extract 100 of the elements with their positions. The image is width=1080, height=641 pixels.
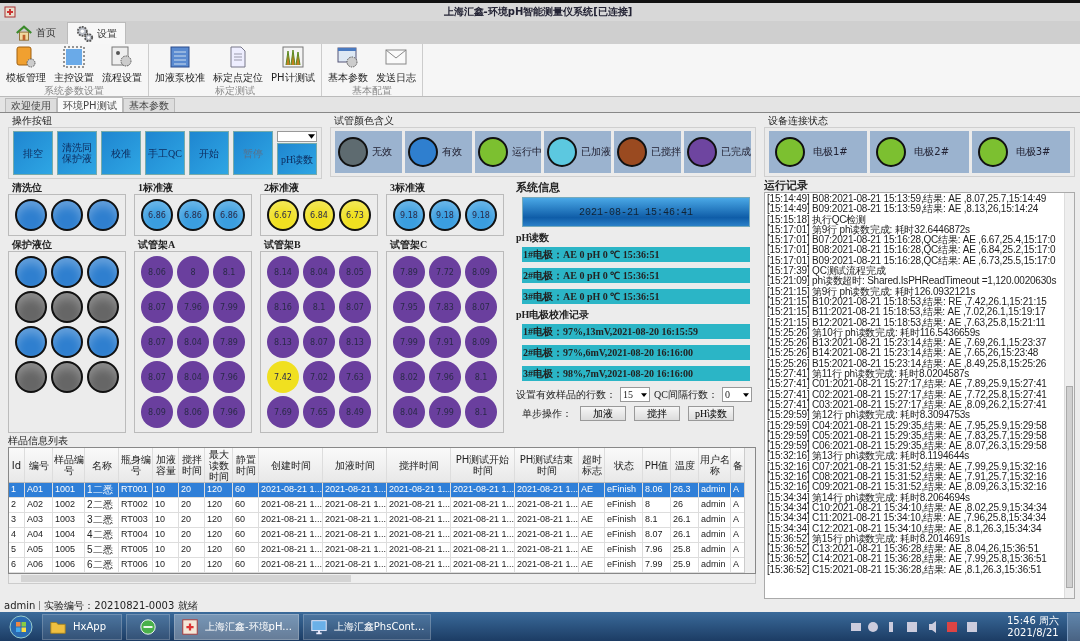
qc-dropdown[interactable]: 0 <box>721 387 752 402</box>
operation-button[interactable]: 开始 <box>189 131 229 175</box>
column-header[interactable]: 编号 <box>25 448 53 482</box>
legend-label: 有效 <box>441 145 462 159</box>
column-header[interactable]: 创建时间 <box>259 448 323 482</box>
scrollbar[interactable] <box>1064 193 1074 598</box>
table-row[interactable]: 6 A06 1006 6二悉 RT006 10 20 120 60 2021-08-21 1... 2021-08-21 1... 2021-08-21 1... 2021-08-21 1... 2021-08-21 1... AE eFinish 7.99 25.9 admin A <box>9 558 744 573</box>
window-title: 上海汇鑫-环境pH智能测量仪系统[已连接] <box>442 5 634 19</box>
log-line: [15:36:52] C14:2021-08-21 15:36:28,结果: AE ,7.99,25.8,15:36:51 <box>767 554 1048 565</box>
document-tab[interactable]: 基本参数 <box>122 98 175 112</box>
tube-well[interactable]: 6.86 <box>141 199 173 231</box>
group-title: 1标准液 <box>137 181 174 194</box>
tube-well[interactable] <box>51 291 83 323</box>
operation-button[interactable]: 排空 <box>13 131 53 175</box>
ribbon-tab[interactable]: 首页 <box>6 22 65 44</box>
table-cell: 2二悉 <box>85 498 119 512</box>
tube-well[interactable] <box>15 361 47 393</box>
table-row[interactable]: 5 A05 1005 5二悉 RT005 10 20 120 60 2021-08-21 1... 2021-08-21 1... 2021-08-21 1... 2021-08-21 1... 2021-08-21 1... AE eFinish 7.96 25.8 admin A <box>9 543 744 558</box>
table-row[interactable]: 3 A03 1003 3二悉 RT003 10 20 120 60 2021-08-21 1... 2021-08-21 1... 2021-08-21 1... 2021-08-21 1... 2021-08-21 1... AE eFinish 8.1 26.1 admin A <box>9 513 744 528</box>
tube-well[interactable] <box>87 291 119 323</box>
table-cell: 10 <box>153 498 179 512</box>
tube-well[interactable]: 6.67 <box>267 199 299 231</box>
column-header[interactable]: 样品编号 <box>53 448 85 482</box>
operation-button[interactable]: pH读数 <box>277 143 317 175</box>
column-header[interactable]: 加液容量 <box>153 448 179 482</box>
column-header[interactable]: PH测试开始时间 <box>451 448 515 482</box>
tube-well[interactable] <box>15 256 47 288</box>
taskbar-button[interactable]: 上海汇鑫PhsCont... <box>302 613 432 640</box>
table-cell: 25.9 <box>671 558 699 572</box>
tube-well[interactable] <box>15 326 47 358</box>
document-tab[interactable]: 欢迎使用 <box>5 98 57 112</box>
table-cell: 2021-08-21 1... <box>259 498 323 512</box>
tube-well[interactable]: 6.73 <box>339 199 371 231</box>
column-header[interactable]: Id <box>9 448 25 482</box>
ribbon-button[interactable]: 发送日志 <box>372 45 419 85</box>
caret-icon <box>742 392 749 397</box>
column-header[interactable]: 搅拌时间 <box>387 448 451 482</box>
step-button[interactable]: 加液 <box>580 406 626 421</box>
ribbon-button[interactable]: 基本参数 <box>324 45 371 85</box>
ribbon-tab[interactable]: 设置 <box>67 22 126 44</box>
tube-well[interactable] <box>15 199 47 231</box>
tube-well[interactable]: 6.86 <box>213 199 245 231</box>
column-header[interactable]: 搅拌时间 <box>179 448 205 482</box>
ribbon-button[interactable]: 加液泵校准 <box>152 45 208 85</box>
table-cell: 5二悉 <box>85 543 119 557</box>
table-title: 样品信息列表 <box>8 435 69 447</box>
column-header[interactable]: PH值 <box>643 448 671 482</box>
table-cell: 1004 <box>53 528 85 542</box>
column-header[interactable]: PH测试结束时间 <box>515 448 579 482</box>
tube-well[interactable]: 9.18 <box>429 199 461 231</box>
scrollbar[interactable] <box>8 574 756 584</box>
group-title: 操作按钮 <box>11 115 53 127</box>
ribbon-button[interactable]: 模板管理 <box>3 45 49 85</box>
column-header[interactable]: 静置时间 <box>233 448 259 482</box>
combo-box[interactable] <box>277 131 317 142</box>
tube-well[interactable]: 7.42 <box>267 361 299 393</box>
column-header[interactable]: 名称 <box>85 448 119 482</box>
ribbon-button[interactable]: 流程设置 <box>99 45 145 85</box>
table-cell: 2021-08-21 1... <box>515 543 579 557</box>
ribbon-button[interactable]: 主控设置 <box>51 45 97 85</box>
table-row[interactable]: 1 A01 1001 1二悉 RT001 10 20 120 60 2021-08-21 1... 2021-08-21 1... 2021-08-21 1... 2021-08-21 1... 2021-08-21 1... AE eFinish 8.06 26.3 admin A <box>9 483 744 498</box>
table-row[interactable]: 2 A02 1002 2二悉 RT002 10 20 120 60 2021-08-21 1... 2021-08-21 1... 2021-08-21 1... 2021-08-21 1... 2021-08-21 1... AE eFinish 8 26 admin A <box>9 498 744 513</box>
step-button[interactable]: 搅拌 <box>634 406 680 421</box>
tube-well[interactable] <box>51 199 83 231</box>
operation-button[interactable]: 校准 <box>101 131 141 175</box>
taskbar-button[interactable] <box>126 613 170 640</box>
column-header[interactable]: 温度 <box>671 448 699 482</box>
ribbon-button[interactable]: PH计测试 <box>268 45 318 85</box>
tube-well[interactable] <box>87 199 119 231</box>
column-header[interactable]: 用户名称 <box>699 448 731 482</box>
column-header[interactable]: 瓶身编号 <box>119 448 153 482</box>
tube-well[interactable] <box>87 361 119 393</box>
tube-well[interactable]: 9.18 <box>465 199 497 231</box>
tube-well[interactable] <box>51 256 83 288</box>
scrollbar[interactable] <box>744 448 755 573</box>
tube-well[interactable]: 6.86 <box>177 199 209 231</box>
tube-well[interactable] <box>87 326 119 358</box>
table-cell: A02 <box>25 498 53 512</box>
operation-button[interactable]: 手工QC <box>145 131 185 175</box>
rows-dropdown[interactable]: 15 <box>620 387 650 402</box>
tube-well[interactable]: 6.84 <box>303 199 335 231</box>
column-header[interactable]: 加液时间 <box>323 448 387 482</box>
tube-well[interactable] <box>51 361 83 393</box>
ribbon-button[interactable]: 标定点定位 <box>210 45 266 85</box>
operation-button[interactable]: 清洗同保护液 <box>57 131 97 175</box>
group-title: 设备连接状态 <box>767 115 829 127</box>
column-header[interactable]: 超时标志 <box>579 448 605 482</box>
tube-well[interactable] <box>87 256 119 288</box>
table-row[interactable]: 4 A04 1004 4二悉 RT004 10 20 120 60 2021-08-21 1... 2021-08-21 1... 2021-08-21 1... 2021-08-21 1... 2021-08-21 1... AE eFinish 8.07 26.1 admin A <box>9 528 744 543</box>
column-header[interactable]: 最大读数时间 <box>205 448 233 482</box>
tube-well[interactable] <box>51 326 83 358</box>
device-label: 电极3# <box>1015 145 1051 159</box>
taskbar-button[interactable]: 上海汇鑫-环境pH... <box>174 613 299 640</box>
document-tab[interactable]: 环境PH测试 <box>57 97 123 112</box>
tube-well[interactable]: 9.18 <box>393 199 425 231</box>
step-button[interactable]: pH读数 <box>688 406 734 421</box>
table-cell: 2021-08-21 1... <box>451 558 515 572</box>
column-header[interactable]: 状态 <box>605 448 643 482</box>
taskbar-button[interactable]: HxApp <box>42 613 122 640</box>
tube-well[interactable] <box>15 291 47 323</box>
